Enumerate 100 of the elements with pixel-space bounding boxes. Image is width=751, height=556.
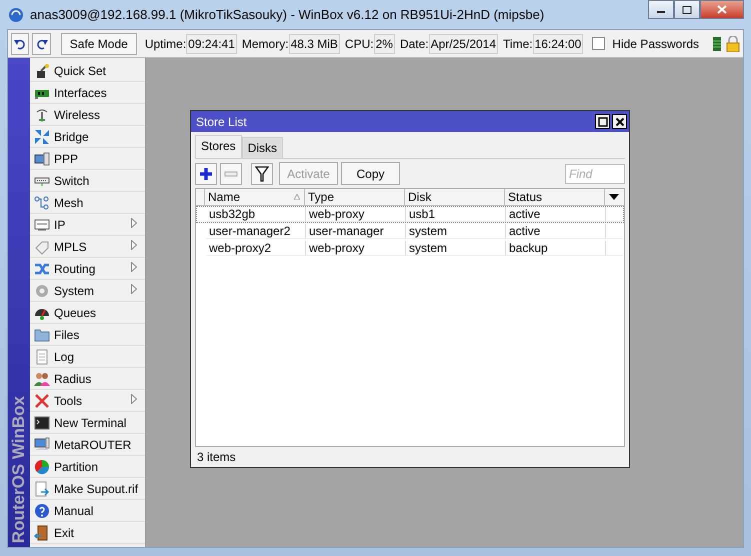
stat-label: Memory: [242,36,289,50]
menu-item[interactable]: System [30,280,145,302]
window-title: anas3009@192.168.99.1 (MikroTikSasouky) - WinBox v6.12 on RB951Ui-2HnD (mipsbe) [30,7,546,22]
people-icon [34,370,50,386]
window-title: Store List [196,114,248,128]
menu-item[interactable]: Mesh [30,192,145,214]
gear-icon [34,282,50,298]
tab[interactable]: Stores [195,135,242,158]
status-text: 3 items [196,449,237,466]
menu-item[interactable]: MPLS [30,236,145,258]
status-bars-icon [713,36,721,50]
safe-mode-button[interactable]: Safe Mode [60,32,137,54]
menu-item[interactable]: Radius [30,368,145,390]
tag-icon [34,238,50,254]
table-cell: system [406,241,506,256]
menu-item[interactable]: Bridge [30,126,145,148]
table-cell: web-proxy2 [206,241,306,256]
column-header[interactable]: Type [304,189,405,205]
brand-text: RouterOS WinBox [9,396,29,543]
menu-item[interactable]: Quick Set [30,60,145,82]
redo-icon [36,38,48,50]
ip-icon [34,216,50,232]
table-cell: active [506,207,606,222]
hide-passwords-checkbox[interactable] [592,37,606,50]
menu-item[interactable]: Exit [30,522,145,544]
door-icon [34,524,50,540]
table-cell: web-proxy [306,207,406,222]
app-icon [8,6,24,22]
close-icon [717,5,727,14]
table-row[interactable]: usb32gb web-proxy usb1 active [196,206,624,223]
dropdown-arrow-icon [609,194,619,200]
stat-value: 16:24:00 [532,34,584,54]
column-header[interactable]: Status [504,189,605,205]
plus-icon [199,166,213,180]
filter-icon [255,166,269,182]
lock-icon [726,36,740,52]
menu-item[interactable]: Make Supout.rif [30,478,145,500]
menu-item[interactable]: Files [30,324,145,346]
stat-label: Date: [400,36,429,50]
table-cell: usb32gb [206,207,306,222]
folder-icon [34,326,50,342]
maximize-icon [598,116,608,126]
tools-icon [34,392,50,408]
wand-icon [34,62,50,78]
table-cell: system [406,224,506,239]
help-icon [34,502,50,518]
minimize-button[interactable] [648,0,674,19]
column-header[interactable]: Name [204,189,305,205]
maximize-button[interactable] [674,0,700,19]
file-arrow-icon [34,480,50,496]
checkbox-label: Hide Passwords [612,36,699,50]
table-row[interactable]: web-proxy2 web-proxy system backup [196,240,624,257]
antenna-icon [34,106,50,122]
stat-value: 48.3 MiB [288,34,340,54]
close-button[interactable] [612,114,627,129]
undo-button[interactable] [11,32,30,54]
column-header[interactable]: Disk [404,189,505,205]
table-cell: web-proxy [306,241,406,256]
stat-label: Time: [503,36,533,50]
table-cell: usb1 [406,207,506,222]
maximize-button[interactable] [595,114,610,129]
menu-item[interactable]: New Terminal [30,412,145,434]
table-row[interactable]: user-manager2 user-manager system active [196,223,624,240]
filter-button[interactable] [251,162,273,184]
menu-item[interactable]: Partition [30,456,145,478]
stat-label: CPU: [344,36,374,50]
undo-icon [14,38,26,50]
find-field[interactable]: Find [565,164,625,184]
document-icon [34,348,50,364]
stat-label: Uptime: [144,36,186,50]
menu-item[interactable]: Routing [30,258,145,280]
menu-item[interactable]: Queues [30,302,145,324]
menu-item[interactable]: MetaROUTER [30,434,145,456]
menu-item[interactable]: Wireless [30,104,145,126]
table-cell: active [506,224,606,239]
menu-item[interactable]: Interfaces [30,82,145,104]
pie-chart-icon [34,458,50,474]
tab[interactable]: Disks [242,137,284,158]
computer-icon [34,150,50,166]
menu-item[interactable]: IP [30,214,145,236]
nodes-icon [34,194,50,210]
table-cell: user-manager [306,224,406,239]
menu-item[interactable]: PPP [30,148,145,170]
redo-button[interactable] [32,32,51,54]
monitor-icon [34,436,50,452]
add-button[interactable] [195,162,217,184]
stat-value: 09:24:41 [186,34,237,54]
menu-item[interactable]: Log [30,346,145,368]
menu-item[interactable]: Tools [30,390,145,412]
table-cell: backup [506,241,606,256]
maximize-icon [682,6,692,14]
menu-item[interactable]: Manual [30,500,145,522]
toolbar-button[interactable]: Copy [341,162,400,185]
table-cell: user-manager2 [206,224,306,239]
terminal-icon [34,414,50,430]
stat-value: Apr/25/2014 [428,34,498,54]
close-icon [614,116,624,126]
arrows-icon [34,128,50,144]
menu-item[interactable]: Switch [30,170,145,192]
stat-value: 2% [374,34,395,54]
